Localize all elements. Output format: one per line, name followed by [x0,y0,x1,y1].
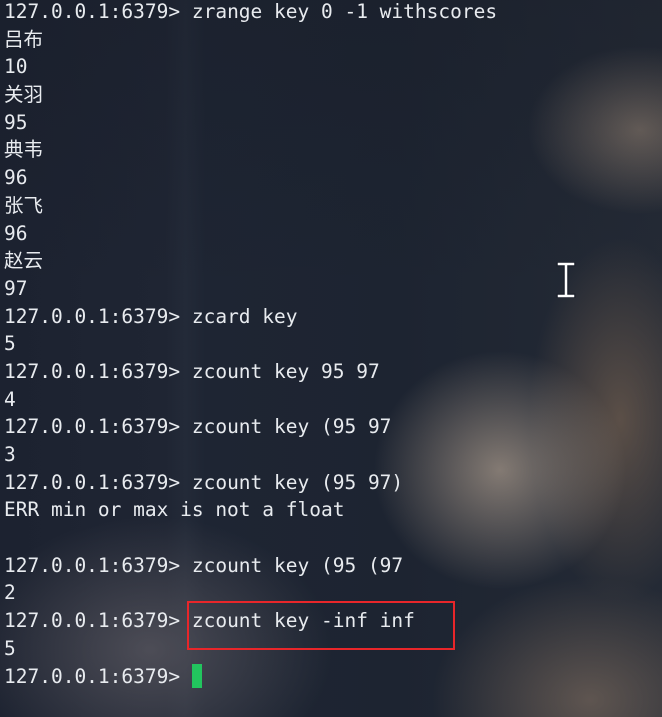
shell-prompt: 127.0.0.1:6379> [4,304,192,328]
command-text: zrange key 0 -1 withscores [191,0,498,23]
terminal-window[interactable]: 127.0.0.1:6379> zrange key 0 -1 withscor… [0,0,662,717]
output-line: 96 [4,221,28,245]
command-line: 127.0.0.1:6379> [4,663,497,691]
terminal-output: 127.0.0.1:6379> zrange key 0 -1 withscor… [4,0,497,690]
output-line: ERR min or max is not a float [4,498,345,522]
output-line: 95 [4,110,28,134]
shell-prompt: 127.0.0.1:6379> [4,470,192,494]
output-line: 10 [4,55,28,79]
highlight-annotation-box [187,601,455,650]
output-line [4,524,497,552]
output-line: 5 [4,332,16,356]
command-line: 127.0.0.1:6379> zcount key (95 97) [4,469,497,497]
output-line: 关羽 [4,83,44,107]
output-line: 4 [4,387,16,411]
output-line: 张飞 [4,193,44,217]
command-text: zcount key (95 (97 [191,553,404,577]
output-line: 3 [4,443,16,466]
command-line: 127.0.0.1:6379> zcount key (95 (97 [4,552,497,580]
text-cursor[interactable] [191,663,202,688]
command-line: 127.0.0.1:6379> zcard key [4,303,497,331]
output-line: 97 [4,276,28,300]
output-line: 96 [4,166,28,190]
shell-prompt: 127.0.0.1:6379> [4,664,192,688]
output-line: 吕布 [4,27,44,51]
command-text: zcount key 95 97 [191,359,380,383]
command-line: 127.0.0.1:6379> zcount key 95 97 [4,358,497,386]
command-text: zcard key [191,304,298,328]
command-line: 127.0.0.1:6379> zcount key (95 97 [4,413,497,441]
command-text: zcount key (95 97) [191,470,404,494]
shell-prompt: 127.0.0.1:6379> [4,0,192,23]
command-line: 127.0.0.1:6379> zrange key 0 -1 withscor… [4,0,497,26]
shell-prompt: 127.0.0.1:6379> [4,609,192,633]
shell-prompt: 127.0.0.1:6379> [4,359,192,383]
shell-prompt: 127.0.0.1:6379> [4,553,192,577]
output-line: 赵云 [4,249,44,273]
output-line: 典韦 [4,138,44,162]
command-text: zcount key (95 97 [191,415,392,439]
text-ibeam-cursor-icon [556,262,576,298]
shell-prompt: 127.0.0.1:6379> [4,415,192,439]
